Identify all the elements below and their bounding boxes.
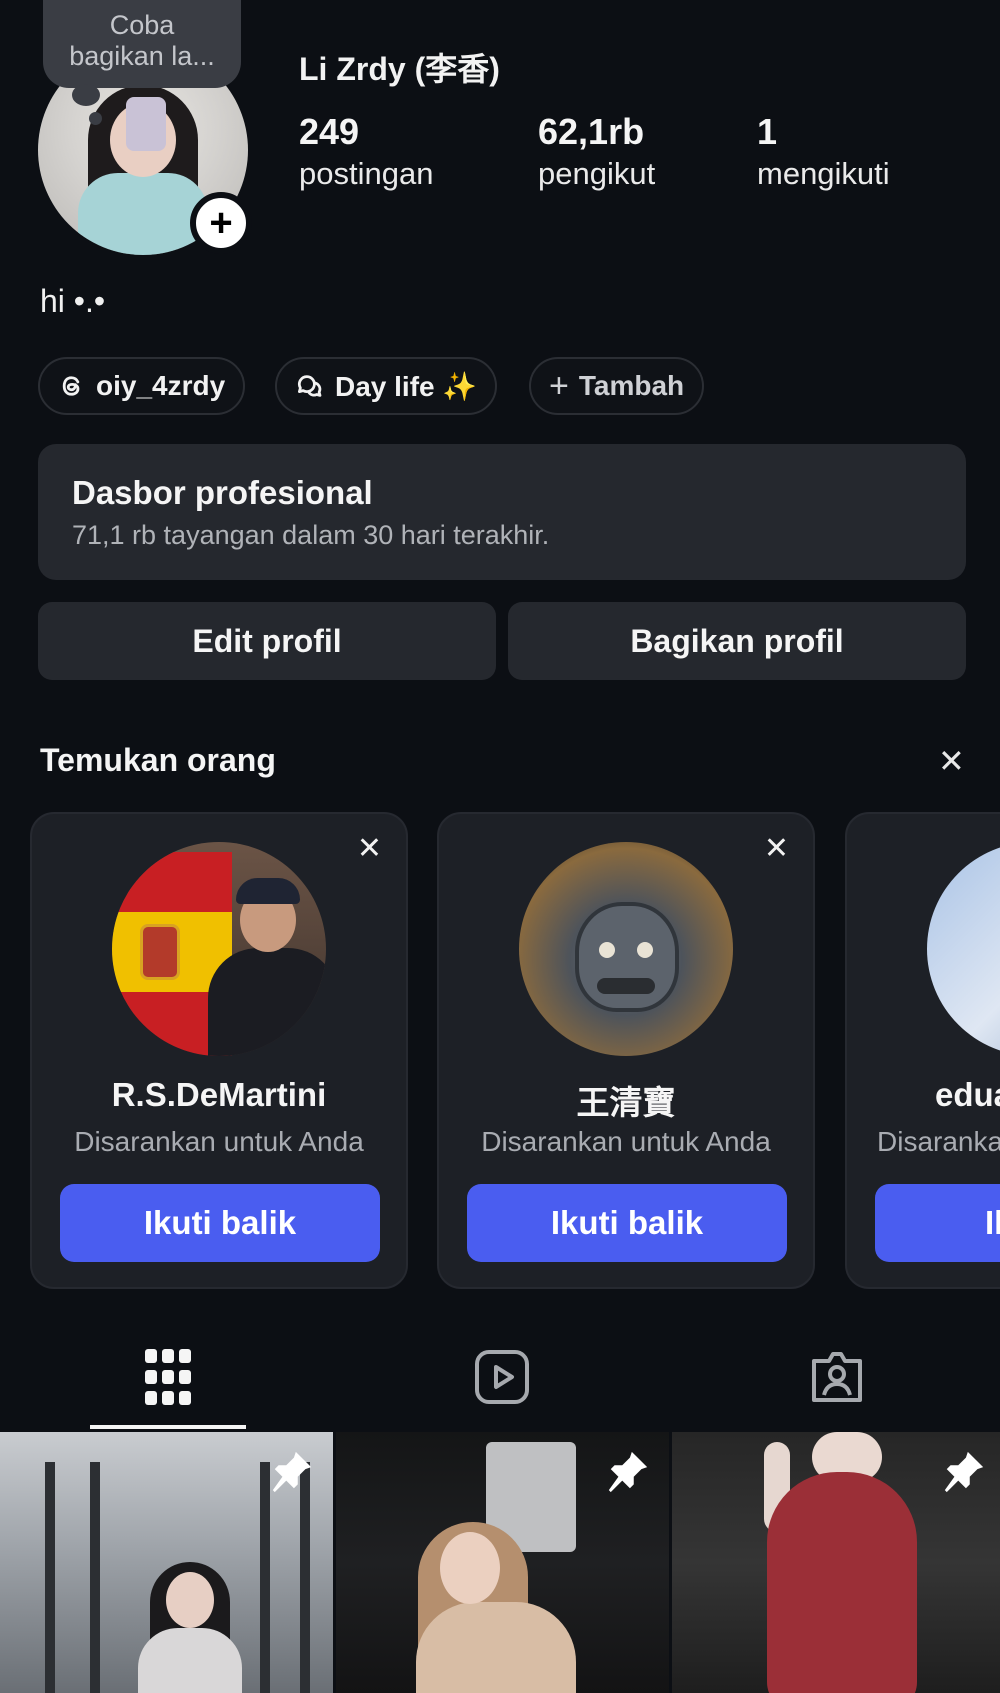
stat-posts-label: postingan xyxy=(299,156,434,191)
note-text-line2: bagikan la... xyxy=(69,41,215,71)
post-thumbnail[interactable] xyxy=(672,1432,1000,1693)
threads-chip-label: oiy_4zrdy xyxy=(96,370,226,401)
stat-posts[interactable]: 249 postingan xyxy=(299,110,433,194)
suggestion-card[interactable]: edua Disaranka Iku xyxy=(845,812,1000,1289)
post-thumbnail[interactable] xyxy=(336,1432,669,1693)
suggestion-card[interactable]: ✕ 王清寶 Disarankan untuk Anda Ikuti balik xyxy=(437,812,815,1289)
suggestion-avatar[interactable] xyxy=(112,842,326,1056)
plus-icon: + xyxy=(209,201,233,245)
stat-followers-value: 62,1rb xyxy=(538,111,645,152)
stat-following-label: mengikuti xyxy=(757,156,890,191)
follow-back-button[interactable]: Iku xyxy=(875,1184,1000,1262)
suggestion-card[interactable]: ✕ R.S.DeMartini Disarankan untuk Anda Ik… xyxy=(30,812,408,1289)
stat-following-value: 1 xyxy=(757,111,778,152)
suggestion-name: R.S.DeMartini xyxy=(111,1076,327,1113)
pin-icon xyxy=(608,1451,648,1493)
follow-back-button[interactable]: Ikuti balik xyxy=(467,1184,787,1262)
plus-icon: + xyxy=(549,367,569,405)
discover-people-title: Temukan orang xyxy=(40,742,276,778)
dismiss-suggestion-icon[interactable]: ✕ xyxy=(357,834,382,864)
threads-chip[interactable]: oiy_4zrdy xyxy=(38,357,246,415)
stat-followers-label: pengikut xyxy=(538,156,656,191)
channel-chip[interactable]: Day life ✨ xyxy=(275,357,498,415)
grid-icon xyxy=(145,1349,191,1405)
stat-following[interactable]: 1 mengikuti xyxy=(757,110,890,194)
pin-icon xyxy=(944,1451,984,1493)
active-tab-indicator xyxy=(90,1425,246,1429)
tagged-icon xyxy=(812,1352,862,1402)
chat-bubbles-icon xyxy=(298,375,322,397)
suggestion-subtitle: Disaranka xyxy=(877,1126,1000,1157)
tab-tagged[interactable] xyxy=(797,1345,877,1409)
stat-posts-value: 249 xyxy=(299,111,360,152)
profile-username: Li Zrdy (李香) xyxy=(299,51,500,87)
suggestion-name: 王清寶 xyxy=(576,1084,676,1121)
channel-chip-label: Day life ✨ xyxy=(335,370,478,402)
dismiss-suggestion-icon[interactable]: ✕ xyxy=(764,834,789,864)
note-text-line1: Coba xyxy=(109,10,175,40)
professional-dashboard[interactable]: Dasbor profesional 71,1 rb tayangan dala… xyxy=(38,444,966,580)
profile-bio: hi •.• xyxy=(40,283,106,319)
edit-profile-button[interactable]: Edit profil xyxy=(38,602,496,680)
share-profile-button[interactable]: Bagikan profil xyxy=(508,602,966,680)
dashboard-title: Dasbor profesional xyxy=(72,474,373,511)
add-story-button[interactable]: + xyxy=(190,192,252,254)
suggestion-subtitle: Disarankan untuk Anda xyxy=(74,1126,364,1157)
suggestion-avatar[interactable] xyxy=(927,842,1000,1056)
suggestion-avatar[interactable] xyxy=(519,842,733,1056)
close-icon[interactable]: ✕ xyxy=(938,742,965,780)
suggestion-subtitle: Disarankan untuk Anda xyxy=(481,1126,771,1157)
add-link-chip[interactable]: + Tambah xyxy=(529,357,705,415)
profile-page: + Coba bagikan la... Li Zrdy (李香) 249 po… xyxy=(0,0,1000,1693)
add-link-chip-label: Tambah xyxy=(578,370,685,401)
pin-icon xyxy=(272,1451,312,1493)
reels-icon xyxy=(475,1350,529,1404)
threads-icon xyxy=(62,376,80,396)
suggestion-name: edua xyxy=(935,1076,1000,1113)
post-thumbnail[interactable] xyxy=(0,1432,333,1693)
dashboard-subtitle: 71,1 rb tayangan dalam 30 hari terakhir. xyxy=(72,520,550,550)
tab-posts[interactable] xyxy=(128,1345,208,1409)
tab-reels[interactable] xyxy=(462,1345,542,1409)
stat-followers[interactable]: 62,1rb pengikut xyxy=(538,110,655,194)
follow-back-button[interactable]: Ikuti balik xyxy=(60,1184,380,1262)
